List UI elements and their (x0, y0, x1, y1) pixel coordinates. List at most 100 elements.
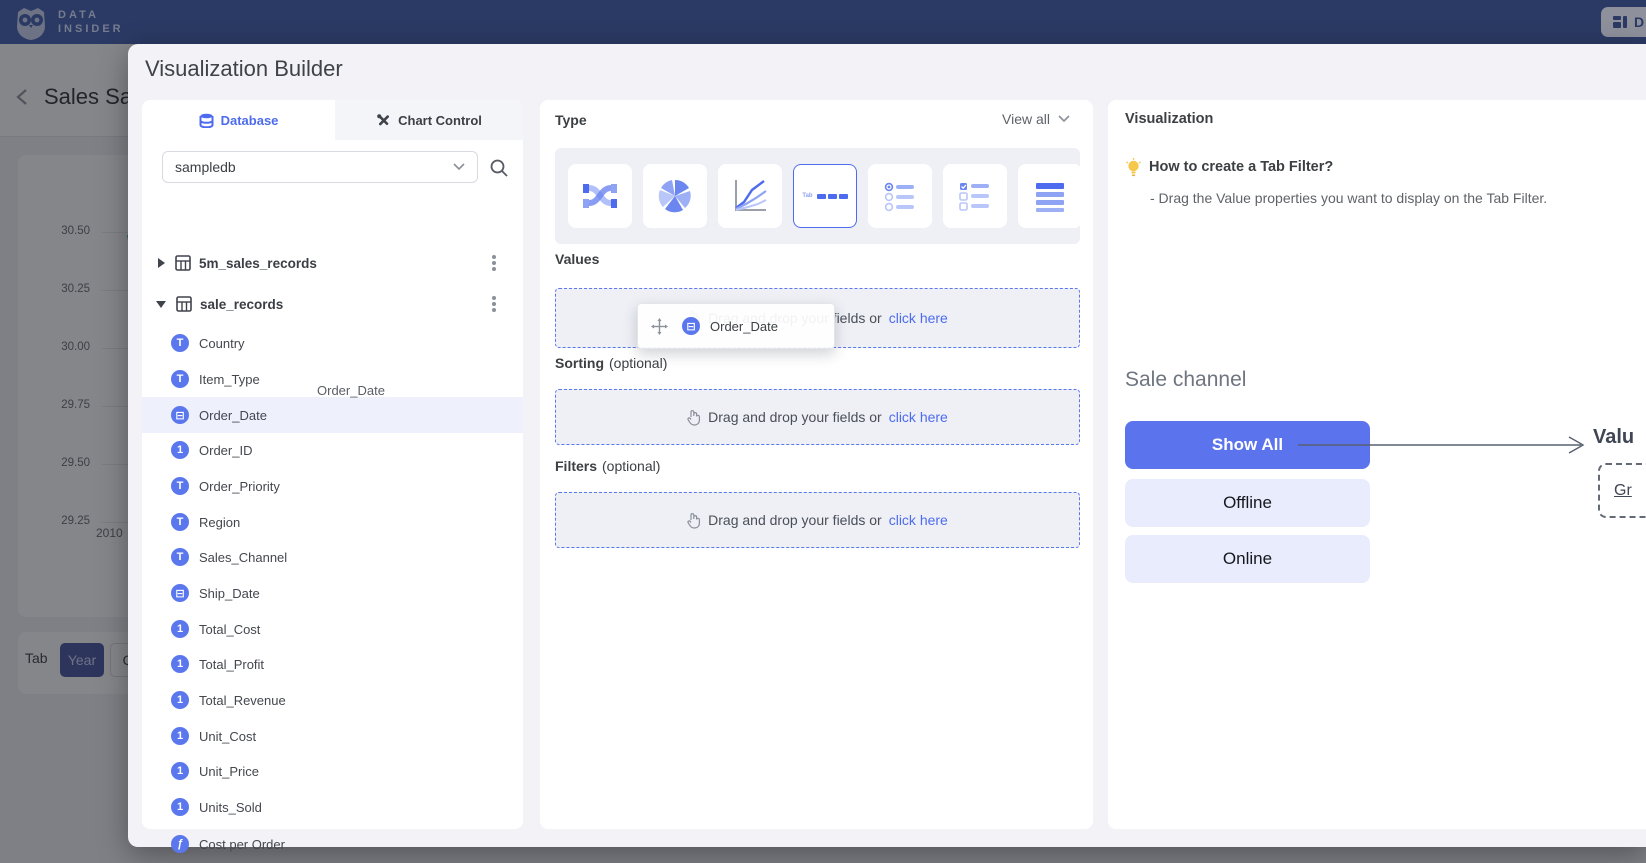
type-card-line[interactable] (718, 164, 782, 228)
field-row-order-date[interactable]: ⊟ Order_Date (142, 397, 523, 433)
drag-source-ghost-label: Order_Date (317, 383, 385, 398)
drag-ghost-card[interactable]: ⊟ Order_Date (637, 303, 835, 349)
tab-database[interactable]: Database (142, 100, 335, 140)
field-row-sales-channel[interactable]: T Sales_Channel (142, 539, 523, 575)
visualization-header: Visualization (1125, 111, 1213, 127)
database-select[interactable]: sampledb (162, 151, 478, 183)
values-label: Values (555, 251, 599, 267)
annotation-value-label: Valu (1593, 426, 1634, 449)
type-card-checkbox-list[interactable] (943, 164, 1007, 228)
annotation-arrow (1298, 433, 1588, 457)
drag-hand-icon (687, 409, 701, 426)
field-row-order-id[interactable]: 1 Order_ID (142, 432, 523, 468)
database-select-value: sampledb (175, 159, 236, 175)
visualization-panel: Visualization How to create a Tab Filter… (1108, 100, 1646, 829)
field-name: Total_Profit (199, 657, 264, 672)
field-name: Order_ID (199, 443, 252, 458)
database-icon (199, 113, 214, 128)
logo-text-line1: DATA (58, 9, 99, 22)
lightbulb-icon (1125, 158, 1142, 179)
click-here-link[interactable]: click here (889, 310, 948, 326)
pie-chart-icon (655, 176, 695, 216)
field-name: Cost per Order (199, 837, 285, 852)
tree-table-5m-sales-records[interactable]: 5m_sales_records (142, 245, 523, 281)
filters-dropzone[interactable]: Drag and drop your fields or click here (555, 492, 1080, 548)
tip-body: - Drag the Value properties you want to … (1150, 190, 1547, 206)
visualization-builder-modal: Visualization Builder Database Chart Con… (128, 44, 1646, 847)
field-row-total-cost[interactable]: 1 Total_Cost (142, 611, 523, 647)
collapse-caret-icon[interactable] (156, 301, 166, 308)
field-type-number-icon: 1 (171, 655, 189, 673)
click-here-link[interactable]: click here (889, 409, 948, 425)
owl-logo-icon[interactable] (12, 4, 50, 42)
search-icon[interactable] (489, 158, 509, 178)
click-here-link[interactable]: click here (889, 512, 948, 528)
tab-chart-control-label: Chart Control (398, 113, 482, 128)
online-button[interactable]: Online (1125, 535, 1370, 583)
sorting-optional-label: (optional) (609, 355, 667, 371)
field-row-total-revenue[interactable]: 1 Total_Revenue (142, 682, 523, 718)
field-type-date-icon: ⊟ (171, 584, 189, 602)
tab-filter-icon-text: Tab (802, 193, 812, 199)
dashboards-button[interactable]: D (1601, 7, 1646, 37)
view-all-button[interactable]: View all (1002, 111, 1070, 127)
type-card-radio-list[interactable] (868, 164, 932, 228)
sorting-label: Sorting (555, 355, 604, 371)
type-card-tab-filter[interactable]: Tab (793, 164, 857, 228)
type-card-table[interactable] (1018, 164, 1082, 228)
line-chart-icon (730, 176, 770, 216)
field-type-number-icon: 1 (171, 441, 189, 459)
tab-chart-control[interactable]: Chart Control (335, 100, 523, 140)
field-type-text-icon: T (171, 477, 189, 495)
sorting-dropzone[interactable]: Drag and drop your fields or click here (555, 389, 1080, 445)
field-name: Total_Cost (199, 622, 260, 637)
sankey-chart-icon (580, 176, 620, 216)
tools-icon (376, 113, 391, 128)
table-icon (176, 296, 192, 312)
field-row-unit-cost[interactable]: 1 Unit_Cost (142, 718, 523, 754)
field-row-country[interactable]: T Country (142, 325, 523, 361)
field-type-text-icon: T (171, 370, 189, 388)
modal-title: Visualization Builder (145, 56, 343, 82)
field-type-function-icon: ƒ (171, 835, 189, 853)
chevron-down-icon (1058, 115, 1070, 123)
field-name: Unit_Price (199, 764, 259, 779)
field-row-cost-per-order[interactable]: ƒ Cost per Order (142, 826, 523, 862)
expand-caret-icon[interactable] (158, 258, 165, 268)
logo-text-line2: INSIDER (58, 23, 124, 36)
field-type-number-icon: 1 (171, 727, 189, 745)
field-name: Order_Priority (199, 479, 280, 494)
field-row-total-profit[interactable]: 1 Total_Profit (142, 646, 523, 682)
field-row-ship-date[interactable]: ⊟ Ship_Date (142, 575, 523, 611)
table-menu-icon[interactable] (492, 261, 496, 265)
move-icon (651, 318, 668, 335)
chart-type-strip: Tab (555, 148, 1080, 244)
tab-database-label: Database (221, 113, 279, 128)
field-row-unit-price[interactable]: 1 Unit_Price (142, 753, 523, 789)
tree-table-sale-records[interactable]: sale_records (142, 286, 523, 322)
preview-title: Sale channel (1125, 368, 1246, 392)
annotation-group-label[interactable]: Gr (1614, 482, 1632, 500)
field-row-order-priority[interactable]: T Order_Priority (142, 468, 523, 504)
field-type-number-icon: 1 (171, 798, 189, 816)
chevron-down-icon (453, 163, 465, 171)
field-name: Units_Sold (199, 800, 262, 815)
field-type-text-icon: T (171, 548, 189, 566)
top-nav-bar: DATA INSIDER D (0, 0, 1646, 44)
radio-list-icon (880, 176, 920, 216)
type-card-pie[interactable] (643, 164, 707, 228)
offline-button[interactable]: Offline (1125, 479, 1370, 527)
tip-title: How to create a Tab Filter? (1149, 159, 1333, 175)
table-name: sale_records (200, 297, 283, 312)
field-name: Item_Type (199, 372, 260, 387)
type-card-sankey[interactable] (568, 164, 632, 228)
field-name: Unit_Cost (199, 729, 256, 744)
field-type-number-icon: 1 (171, 762, 189, 780)
field-name: Region (199, 515, 240, 530)
table-menu-icon[interactable] (492, 302, 496, 306)
dropzone-text: Drag and drop your fields or (708, 512, 882, 528)
field-row-region[interactable]: T Region (142, 504, 523, 540)
field-name: Country (199, 336, 245, 351)
field-row-units-sold[interactable]: 1 Units_Sold (142, 789, 523, 825)
filters-optional-label: (optional) (602, 458, 660, 474)
